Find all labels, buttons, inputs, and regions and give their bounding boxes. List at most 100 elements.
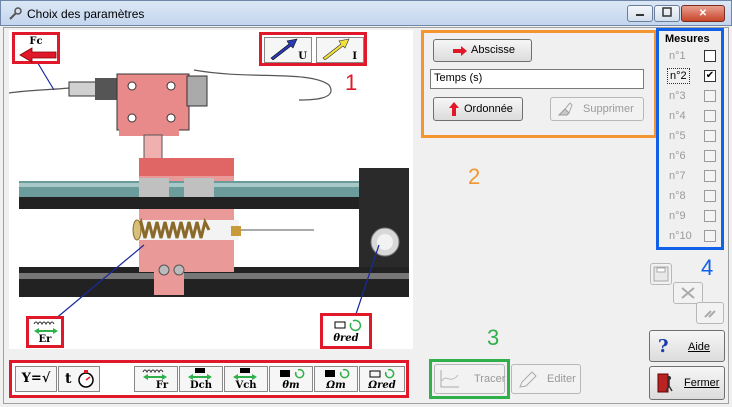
measure-checkbox[interactable]: [704, 130, 716, 142]
measure-label: n°8: [669, 190, 686, 202]
measure-checkbox[interactable]: [704, 170, 716, 182]
close-icon: ✕: [698, 8, 708, 19]
tracer-label: Tracer: [474, 373, 506, 385]
link-button[interactable]: [696, 302, 724, 324]
timer-button[interactable]: t: [58, 366, 100, 392]
i-button[interactable]: I: [316, 37, 364, 63]
force-arrow-icon: [19, 47, 57, 63]
rotation-sensor-icon: [334, 319, 362, 332]
dch-button[interactable]: Dch: [179, 366, 223, 392]
measure-checkbox[interactable]: [704, 230, 716, 242]
stopwatch-icon: [78, 370, 94, 388]
abscisse-button[interactable]: Abscisse: [433, 39, 532, 62]
delete-icon: [681, 287, 695, 299]
measure-checkbox[interactable]: [704, 190, 716, 202]
eraser-icon: [557, 102, 573, 116]
measure-checkbox[interactable]: [704, 210, 716, 222]
omegam-button[interactable]: Ωm: [314, 366, 358, 392]
minimize-icon: [636, 14, 644, 16]
measure-row[interactable]: n°7: [666, 167, 720, 185]
er-label: Er: [38, 334, 52, 345]
dch-label: Dch: [189, 380, 213, 391]
minimize-button[interactable]: [627, 5, 653, 22]
fermer-label: Fermer: [684, 377, 720, 389]
reducer-speed-icon: [369, 368, 395, 379]
ordonnee-button[interactable]: Ordonnée: [433, 97, 523, 121]
supprimer-button[interactable]: Supprimer: [550, 97, 644, 121]
voltage-arrow-icon: [270, 38, 298, 60]
mesures-panel: Mesures n°1 n°2 ✔ n°3 n°4 n°5 n°6 n°7 n°8 n°9 n°10: [656, 28, 724, 250]
measure-checkbox[interactable]: [704, 110, 716, 122]
thetam-button[interactable]: θm: [269, 366, 313, 392]
thetared-label: θred: [333, 333, 359, 344]
ordonnee-label: Ordonnée: [464, 103, 513, 115]
ui-button-group: U I: [259, 32, 367, 66]
linear-displacement-icon: [188, 368, 212, 380]
measure-row[interactable]: n°2 ✔: [666, 67, 720, 85]
measure-label: n°10: [669, 230, 692, 242]
measure-label: n°4: [669, 110, 686, 122]
measure-row[interactable]: n°6: [666, 147, 720, 165]
axis-value-field[interactable]: Temps (s): [430, 69, 644, 89]
current-arrow-icon: [322, 38, 350, 60]
measure-row[interactable]: n°3: [666, 87, 720, 105]
linear-speed-icon: [233, 368, 257, 380]
zone-number-4: 4: [701, 255, 714, 280]
spring-force-icon: [142, 369, 167, 380]
measure-row[interactable]: n°10: [666, 227, 720, 245]
tracer-frame: Tracer: [429, 359, 510, 399]
zone-number-3: 3: [487, 325, 500, 350]
omegared-button[interactable]: Ωred: [359, 366, 405, 392]
title-bar: Choix des paramètres ✕: [0, 0, 732, 26]
fc-label: Fc: [29, 36, 43, 47]
editer-label: Editer: [547, 373, 576, 385]
measure-checkbox[interactable]: [704, 90, 716, 102]
fc-button[interactable]: Fc: [12, 32, 60, 64]
help-icon: ?: [658, 336, 669, 357]
measure-label: n°6: [669, 150, 686, 162]
measure-row[interactable]: n°8: [666, 187, 720, 205]
measure-checkbox[interactable]: [704, 150, 716, 162]
zone-number-1: 1: [345, 70, 358, 95]
measure-checkbox[interactable]: ✔: [704, 70, 716, 82]
supprimer-label: Supprimer: [583, 103, 634, 115]
motor-angle-icon: [280, 368, 305, 379]
measure-checkbox[interactable]: [704, 50, 716, 62]
measure-label: n°7: [669, 170, 686, 182]
tracer-button[interactable]: Tracer: [434, 364, 505, 394]
zone-number-2: 2: [468, 164, 481, 189]
maximize-button[interactable]: [654, 5, 680, 22]
save-button[interactable]: [650, 263, 672, 285]
editer-button[interactable]: Editer: [511, 364, 581, 394]
fermer-button[interactable]: Fermer: [649, 366, 725, 400]
measure-row[interactable]: n°1: [666, 47, 720, 65]
fr-label: Fr: [155, 380, 169, 391]
link-icon: [704, 310, 716, 318]
measure-row[interactable]: n°5: [666, 127, 720, 145]
delete-measure-button[interactable]: [673, 282, 703, 304]
omegared-label: Ωred: [368, 380, 396, 391]
exit-door-icon: [657, 373, 673, 393]
axis-panel: Abscisse Temps (s) Ordonnée Supprimer: [421, 30, 657, 138]
up-arrow-icon: [449, 102, 459, 116]
measure-row[interactable]: n°9: [666, 207, 720, 225]
fr-button[interactable]: Fr: [134, 366, 178, 392]
aide-button[interactable]: ? Aide: [649, 330, 725, 362]
u-label: U: [298, 51, 307, 62]
quantity-toolbar: Y=√ t Fr Dch Vch θm Ωm Ωred: [9, 360, 409, 398]
aide-label: Aide: [688, 341, 711, 353]
vch-button[interactable]: Vch: [224, 366, 268, 392]
measure-label: n°9: [669, 210, 686, 222]
thetared-button[interactable]: θred: [320, 313, 372, 349]
mesures-title: Mesures: [665, 33, 710, 45]
edit-pencil-icon: [519, 371, 537, 388]
er-button[interactable]: Er: [26, 316, 64, 348]
measure-label: n°5: [669, 130, 686, 142]
motor-speed-icon: [325, 368, 350, 379]
floppy-icon: [653, 266, 669, 282]
measure-label: n°2: [667, 68, 690, 84]
measure-row[interactable]: n°4: [666, 107, 720, 125]
formula-button[interactable]: Y=√: [15, 366, 57, 392]
u-button[interactable]: U: [264, 37, 312, 63]
close-button[interactable]: ✕: [681, 5, 725, 22]
